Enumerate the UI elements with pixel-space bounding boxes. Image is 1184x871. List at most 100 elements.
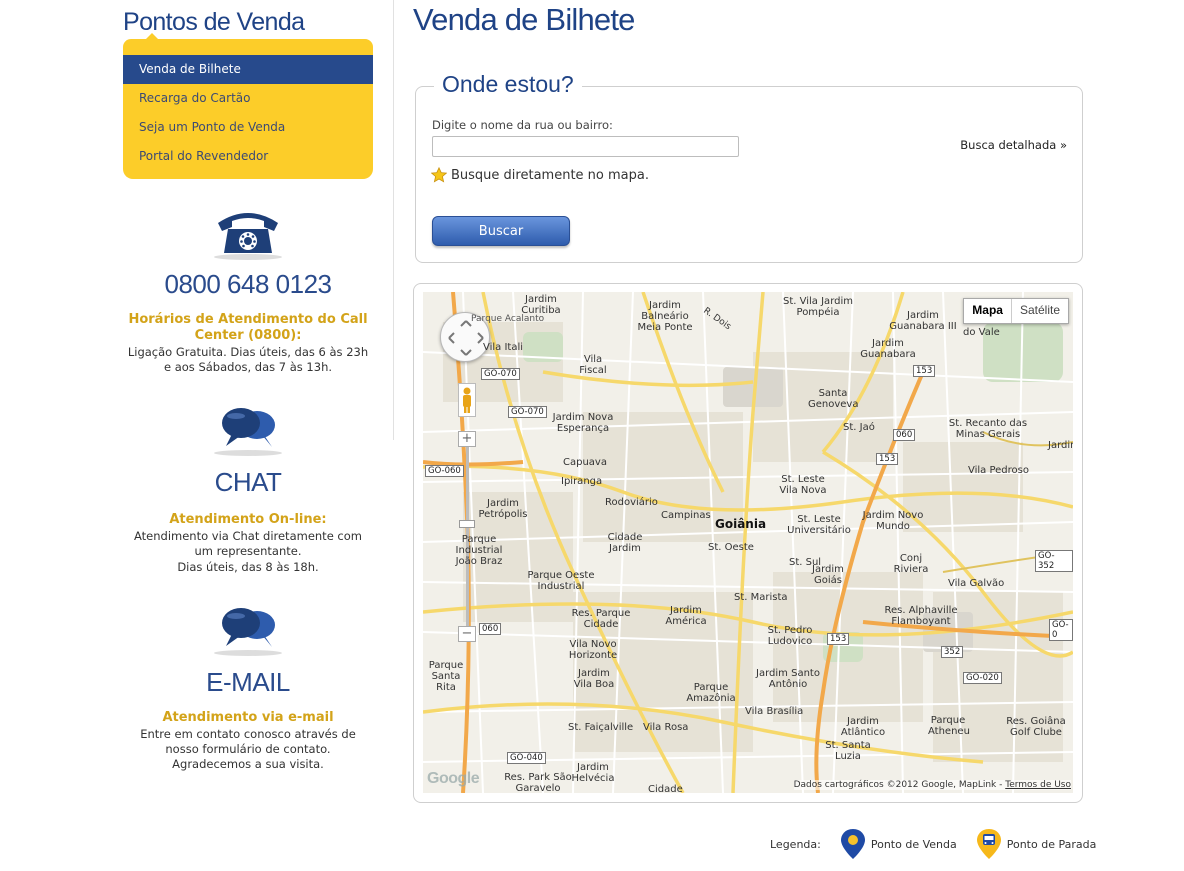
legend-item-ponto-de-parada: Ponto de Parada bbox=[975, 828, 1097, 860]
road-shield: 153 bbox=[876, 453, 899, 465]
map-type-control[interactable]: Mapa Satélite bbox=[963, 298, 1069, 324]
map-label: Jardim Guanabara III bbox=[889, 310, 957, 332]
call-center-text: Ligação Gratuita. Dias úteis, das 6 às 2… bbox=[127, 345, 369, 374]
street-view-pegman-icon[interactable] bbox=[458, 383, 476, 417]
map-label: St. Leste Vila Nova bbox=[779, 474, 827, 496]
call-center-block: 0800 648 0123 Horários de Atendimento do… bbox=[123, 205, 373, 375]
map-label: Jardim Santo Antônio bbox=[756, 668, 820, 690]
legend-label: Legenda: bbox=[770, 837, 821, 851]
map-label: do Vale bbox=[963, 327, 1000, 338]
map-label: Vila Itali bbox=[483, 342, 524, 353]
map-label: Jardim Guanabara bbox=[860, 338, 916, 360]
search-panel: Onde estou? Digite o nome da rua ou bair… bbox=[415, 71, 1083, 263]
email-bubbles-icon[interactable] bbox=[208, 603, 288, 659]
map-legend: Legenda: Ponto de Venda Ponto de Parada bbox=[770, 828, 1114, 860]
map-label: St. Oeste bbox=[708, 542, 754, 553]
map[interactable]: + − Mapa Satélite Jardim Curitiba Jardim… bbox=[423, 292, 1073, 793]
road-shield: GO-020 bbox=[963, 672, 1002, 684]
map-label: Jardim Balneário Meia Ponte bbox=[637, 300, 693, 333]
map-label: Vila Novo Horizonte bbox=[568, 639, 618, 661]
email-block: E-MAIL Atendimento via e-mail Entre em c… bbox=[123, 603, 373, 772]
map-label: St. Santa Luzia bbox=[825, 740, 871, 762]
map-label: Jardim Atlântico bbox=[840, 716, 886, 738]
road-shield: GO-0 bbox=[1049, 619, 1073, 641]
road-shield: 153 bbox=[827, 633, 850, 645]
chat-heading: Atendimento On-line: bbox=[169, 512, 327, 527]
bus-stop-pin-icon bbox=[976, 829, 1001, 859]
map-label: Vila Brasília bbox=[745, 706, 804, 717]
legend-item-ponto-de-venda: Ponto de Venda bbox=[839, 828, 957, 860]
search-legend: Onde estou? bbox=[434, 71, 582, 98]
map-label: Campinas bbox=[661, 510, 711, 521]
map-label: Cidade bbox=[648, 784, 683, 793]
map-label: Cidade Jardim bbox=[607, 532, 643, 554]
search-button[interactable]: Buscar bbox=[432, 216, 570, 246]
map-label: Res. Goiâna Golf Clube bbox=[1006, 716, 1066, 738]
terms-of-use-link[interactable]: Termos de Uso bbox=[1005, 780, 1071, 790]
menu-item-venda-de-bilhete[interactable]: Venda de Bilhete bbox=[123, 55, 373, 84]
map-label: Parque Atheneu bbox=[928, 715, 970, 737]
map-label: Santa Genoveva bbox=[808, 388, 859, 410]
road-shield: GO-070 bbox=[508, 406, 547, 418]
map-label: Jardim Goiás bbox=[812, 564, 844, 586]
map-label: Res. Parque Cidade bbox=[571, 608, 631, 630]
legend-item-label: Ponto de Venda bbox=[870, 837, 957, 851]
email-title[interactable]: E-MAIL bbox=[123, 667, 373, 698]
map-label: Jardim Nova Esperança bbox=[552, 412, 614, 434]
zoom-out-button[interactable]: − bbox=[458, 626, 476, 642]
email-text: Entre em contato conosco através de noss… bbox=[140, 727, 356, 771]
map-label: St. Pedro Ludovico bbox=[767, 625, 813, 647]
map-label: Parque Amazônia bbox=[686, 682, 736, 704]
road-shield: 060 bbox=[893, 429, 916, 441]
detailed-search-link[interactable]: Busca detalhada » bbox=[960, 138, 1067, 152]
map-label: St. Jaó bbox=[843, 422, 875, 433]
star-icon bbox=[431, 167, 447, 183]
page-title: Venda de Bilhete bbox=[413, 2, 635, 37]
road-shield: GO-060 bbox=[425, 465, 464, 477]
google-logo[interactable]: Google bbox=[427, 770, 480, 788]
zoom-in-button[interactable]: + bbox=[458, 431, 476, 447]
map-label: Ipiranga bbox=[561, 476, 603, 487]
chat-bubbles-icon[interactable] bbox=[208, 403, 288, 459]
map-label: Parque Industrial João Braz bbox=[455, 534, 503, 567]
map-type-satelite[interactable]: Satélite bbox=[1012, 299, 1068, 323]
map-label-city: Goiânia bbox=[715, 517, 767, 531]
vertical-separator bbox=[393, 0, 394, 440]
menu-notch bbox=[145, 33, 159, 40]
attribution-text: Dados cartográficos ©2012 Google, MapLin… bbox=[793, 780, 1006, 790]
map-label: Parque Oeste Industrial bbox=[527, 570, 595, 592]
map-label: Vila Fiscal bbox=[579, 354, 607, 376]
map-label: Jardim Curitiba bbox=[521, 294, 561, 316]
menu-item-portal-do-revendedor[interactable]: Portal do Revendedor bbox=[123, 142, 373, 171]
map-type-mapa[interactable]: Mapa bbox=[964, 299, 1012, 323]
map-label: Res. Alphaville Flamboyant bbox=[884, 605, 958, 627]
map-label: St. Recanto das Minas Gerais bbox=[948, 418, 1028, 440]
search-on-map-text: Busque diretamente no mapa. bbox=[451, 167, 649, 183]
road-shield: 060 bbox=[479, 623, 502, 635]
chat-title[interactable]: CHAT bbox=[123, 467, 373, 498]
sidebar-menu: Venda de Bilhete Recarga do Cartão Seja … bbox=[123, 33, 373, 179]
map-label: Res. Park São Garavelo bbox=[504, 772, 572, 793]
road-shield: 352 bbox=[941, 646, 964, 658]
phone-number: 0800 648 0123 bbox=[164, 269, 332, 299]
call-center-heading: Horários de Atendimento do Call Center (… bbox=[128, 312, 368, 343]
chat-hours: Dias úteis, das 8 às 18h. bbox=[177, 560, 319, 574]
map-label: Jardim Petrópolis bbox=[478, 498, 528, 520]
map-attribution: Dados cartográficos ©2012 Google, MapLin… bbox=[793, 780, 1071, 790]
map-label: Parque Acalanto bbox=[471, 314, 545, 324]
legend-item-label: Ponto de Parada bbox=[1006, 837, 1097, 851]
menu-item-recarga-do-cartao[interactable]: Recarga do Cartão bbox=[123, 84, 373, 113]
menu-item-seja-um-ponto-de-venda[interactable]: Seja um Ponto de Venda bbox=[123, 113, 373, 142]
street-search-input[interactable] bbox=[432, 136, 739, 157]
road-shield: 153 bbox=[913, 365, 936, 377]
search-on-map-row[interactable]: Busque diretamente no mapa. bbox=[431, 167, 649, 183]
chat-block: CHAT Atendimento On-line: Atendimento vi… bbox=[123, 403, 373, 575]
map-label: St. Leste Universitário bbox=[787, 514, 851, 536]
map-label: St. Marista bbox=[734, 592, 788, 603]
map-label: Vila Galvão bbox=[948, 578, 1005, 589]
email-heading: Atendimento via e-mail bbox=[162, 710, 334, 725]
chat-text: Atendimento via Chat diretamente com um … bbox=[133, 529, 362, 558]
zoom-slider-handle[interactable] bbox=[459, 520, 475, 528]
map-label: Parque Santa Rita bbox=[428, 660, 464, 693]
map-label: Jardim Helvécia bbox=[571, 762, 615, 784]
